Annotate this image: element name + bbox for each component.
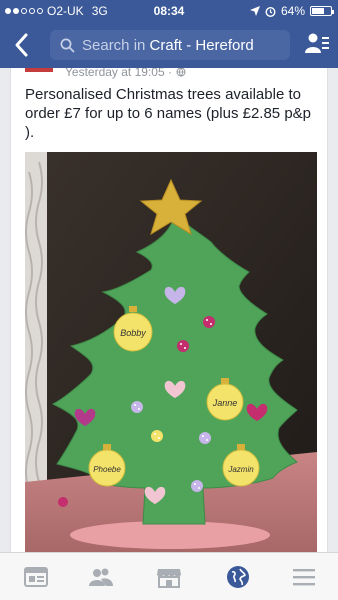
search-placeholder: Search in Craft - Hereford — [82, 36, 254, 54]
marketplace-tab-icon[interactable] — [155, 563, 183, 591]
bauble-label-bobby: Bobby — [120, 328, 146, 338]
privacy-globe-icon — [176, 68, 186, 77]
timestamp-text: Yesterday at 19:05 · — [65, 68, 172, 79]
post-card: Yesterday at 19:05 · Personalised Christ… — [10, 68, 328, 552]
post-timestamp[interactable]: Yesterday at 19:05 · — [65, 68, 186, 79]
notifications-globe-tab-icon[interactable] — [224, 563, 252, 591]
top-bar: O2-UK 3G 08:34 64% Search in Craft - Her… — [0, 0, 338, 68]
menu-more-tab-icon[interactable] — [290, 563, 318, 591]
facebook-app: O2-UK 3G 08:34 64% Search in Craft - Her… — [0, 0, 338, 600]
back-chevron-icon[interactable] — [10, 30, 34, 60]
bauble-label-janne: Janne — [212, 398, 238, 408]
status-right: 64% — [249, 4, 334, 18]
bauble-label-jazmin: Jazmin — [227, 465, 254, 474]
news-feed-tab-icon[interactable] — [22, 563, 50, 591]
tree-stand — [70, 521, 270, 549]
search-icon — [60, 38, 75, 52]
nav-bar: Search in Craft - Hereford — [0, 28, 338, 62]
bauble-label-phoebe: Phoebe — [93, 465, 121, 474]
groups-tab-icon[interactable] — [87, 563, 115, 591]
alarm-clock-icon — [265, 6, 276, 17]
battery-icon — [310, 6, 334, 16]
post-photo[interactable]: Bobby Janne Phoebe Jazmin — [25, 152, 317, 552]
christmas-tree-photo: Bobby Janne Phoebe Jazmin — [25, 152, 317, 552]
location-arrow-icon — [249, 6, 260, 16]
post-text: Personalised Christmas trees available t… — [25, 86, 312, 141]
search-group-name: Craft - Hereford — [149, 36, 254, 54]
bottom-tab-bar — [0, 552, 338, 600]
avatar[interactable] — [25, 68, 53, 72]
friend-requests-icon[interactable] — [304, 31, 330, 57]
status-bar: O2-UK 3G 08:34 64% — [0, 0, 338, 22]
battery-percent: 64% — [280, 4, 305, 18]
group-search-input[interactable]: Search in Craft - Hereford — [50, 30, 290, 60]
